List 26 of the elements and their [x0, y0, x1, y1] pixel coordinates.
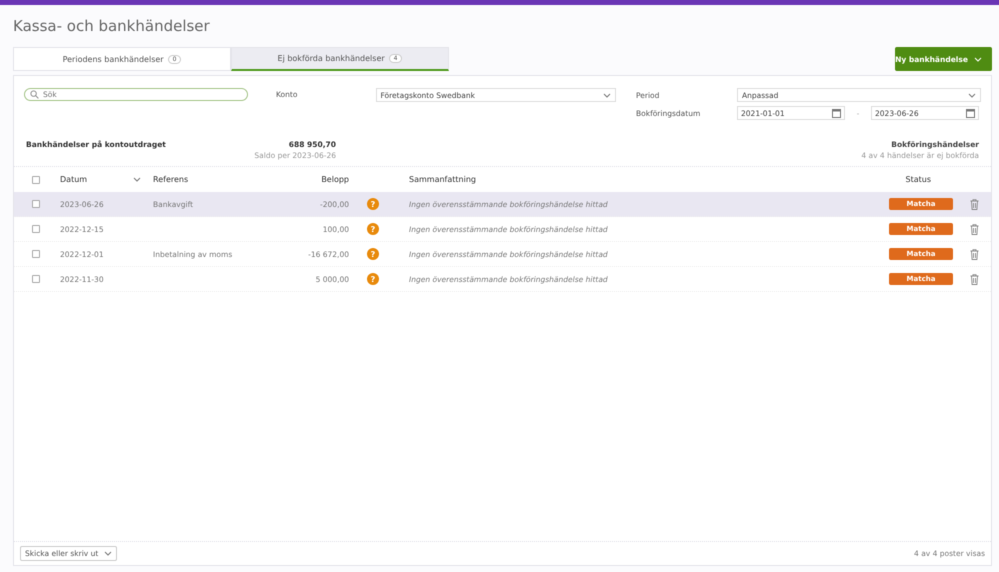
column-header: Status [904, 175, 932, 184]
question-icon: ? [367, 198, 379, 210]
trash-icon[interactable] [970, 274, 979, 284]
calendar-icon [966, 108, 975, 118]
page-title: Kassa- och bankhändelser [13, 17, 211, 35]
select-all-checkbox[interactable] [32, 176, 40, 184]
row-checkbox[interactable] [32, 200, 40, 208]
column-header[interactable]: Referens [153, 175, 277, 184]
sort-icon[interactable] [133, 177, 141, 182]
trash-icon[interactable] [970, 198, 979, 210]
caret-icon [968, 92, 976, 98]
question-icon: ? [367, 273, 379, 285]
calendar-icon [832, 108, 841, 118]
column-header[interactable]: Datum [60, 175, 88, 184]
caret-icon [974, 56, 982, 62]
column-header: Sammanfattning [409, 175, 477, 184]
row-checkbox[interactable] [32, 225, 40, 233]
question-icon: ? [367, 248, 379, 260]
caret-icon [104, 551, 112, 556]
caret-icon [603, 92, 611, 98]
column-header[interactable]: Belopp [277, 175, 349, 184]
trash-icon[interactable] [970, 224, 979, 234]
trash-icon[interactable] [970, 248, 979, 260]
row-checkbox[interactable] [32, 250, 40, 258]
question-icon: ? [367, 223, 379, 235]
row-checkbox[interactable] [32, 275, 40, 283]
